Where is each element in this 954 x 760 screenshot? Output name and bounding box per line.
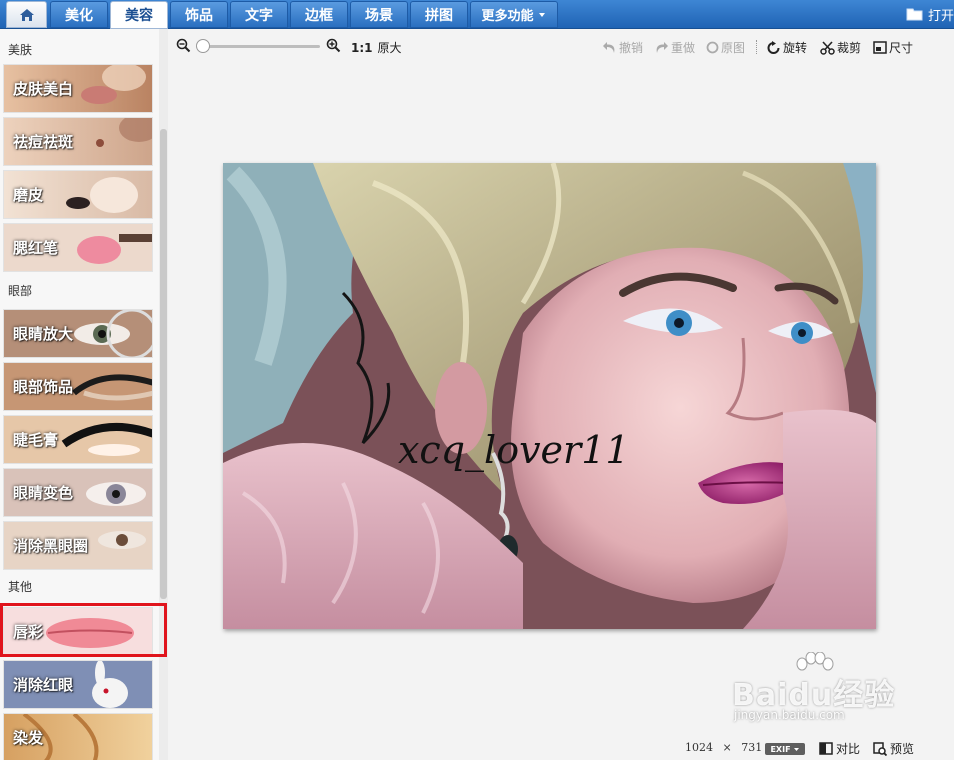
sidebar-item-acne-removal[interactable]: 祛痘祛斑 [3,117,153,166]
sidebar-item-red-eye-removal[interactable]: 消除红眼 [3,660,153,709]
sidebar-item-eye-color[interactable]: 眼睛变色 [3,468,153,517]
zoom-slider-knob[interactable] [196,39,210,53]
undo-icon [603,42,615,53]
rotate-icon [767,40,780,54]
preview-button[interactable]: 预览 [873,740,914,757]
toolbar-divider [756,40,757,54]
compare-button[interactable]: 对比 [819,740,860,757]
photo-watermark-text: xcq_lover11 [398,428,630,473]
tab-collage[interactable]: 拼图 [410,1,468,28]
redo-button[interactable]: 重做 [654,39,695,56]
exif-button[interactable]: EXIF [765,743,805,755]
tab-more-functions[interactable]: 更多功能 [470,1,558,28]
section-title-eyes: 眼部 [8,284,33,298]
selected-item-highlight [0,603,167,657]
compare-icon [819,742,833,755]
sidebar-item-hair-dye[interactable]: 染发 [3,713,153,760]
preview-icon [873,741,887,756]
baidu-watermark: Baidu经验 jingyan.baidu.com [728,652,918,722]
crop-button[interactable]: 裁剪 [820,39,861,56]
undo-button[interactable]: 撤销 [602,39,643,56]
sidebar-item-skin-smoothing[interactable]: 磨皮 [3,170,153,219]
zoom-slider[interactable] [204,45,320,48]
portrait-photo: xcq_lover11 [223,163,876,629]
folder-icon [906,8,923,20]
sidebar-item-blush-pen[interactable]: 腮红笔 [3,223,153,272]
image-dimensions: 1024 × 731 [685,741,763,754]
sidebar: 美肤 皮肤美白 祛痘祛斑 磨皮 腮红笔 眼部 眼睛放大 眼部饰品 睫毛膏 眼睛变… [0,29,168,760]
status-bar: 1024 × 731 EXIF 对比 预览 [168,736,954,760]
top-nav: 美化 美容 饰品 文字 边框 场景 拼图 更多功能 打开 [0,0,954,29]
circle-icon [706,41,719,54]
photo-canvas[interactable]: xcq_lover11 [223,163,876,629]
home-button[interactable] [6,1,47,28]
tab-scene[interactable]: 场景 [350,1,408,28]
edit-toolbar: 1:1 原大 撤销 重做 原图 旋转 裁剪 尺寸 [168,29,954,63]
sidebar-item-eye-enlarge[interactable]: 眼睛放大 [3,309,153,358]
resize-icon [873,41,887,54]
tab-beautify[interactable]: 美化 [50,1,108,28]
rotate-button[interactable]: 旋转 [766,39,807,56]
sidebar-scroll-thumb[interactable] [160,129,167,599]
chevron-down-icon [793,747,799,751]
sidebar-item-skin-whitening[interactable]: 皮肤美白 [3,64,153,113]
sidebar-item-dark-circle-removal[interactable]: 消除黑眼圈 [3,521,153,570]
scissors-icon [820,40,835,55]
resize-button[interactable]: 尺寸 [873,39,913,56]
chevron-down-icon [538,12,545,17]
section-title-other: 其他 [8,580,33,594]
zoom-in-icon[interactable] [326,38,341,53]
original-size-button[interactable]: 1:1 原大 [351,39,402,56]
tab-text[interactable]: 文字 [230,1,288,28]
zoom-out-icon[interactable] [176,38,191,53]
tab-makeup[interactable]: 美容 [110,1,168,29]
section-title-skin: 美肤 [8,43,33,57]
open-button[interactable]: 打开 [906,4,954,24]
redo-icon [656,42,668,53]
tab-accessories[interactable]: 饰品 [170,1,228,28]
reset-original-button[interactable]: 原图 [706,39,745,56]
sidebar-item-eye-accessories[interactable]: 眼部饰品 [3,362,153,411]
sidebar-item-mascara[interactable]: 睫毛膏 [3,415,153,464]
home-icon [19,8,34,21]
tab-border[interactable]: 边框 [290,1,348,28]
